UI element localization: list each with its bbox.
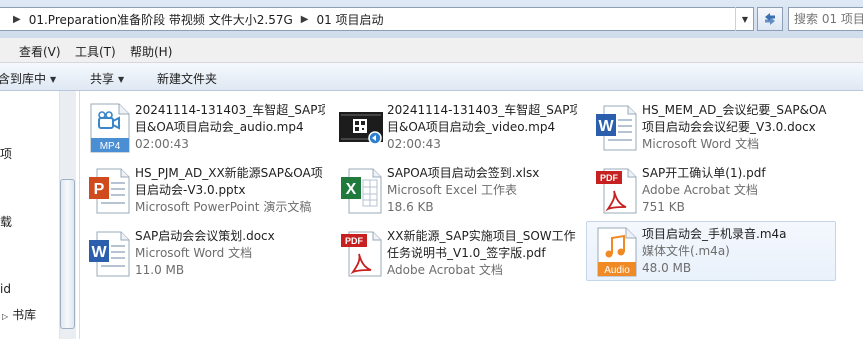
word-document-icon: W xyxy=(596,105,637,151)
file-type: Adobe Acrobat 文档 xyxy=(642,183,758,197)
nav-item-fragment[interactable]: 项 xyxy=(0,145,12,162)
file-item-selected[interactable]: Audio 项目启动会_手机录音.m4a 媒体文件(.m4a) 48.0 MB xyxy=(586,221,836,281)
video-thumbnail-icon xyxy=(339,112,383,145)
file-size: 751 KB xyxy=(642,200,685,214)
mp4-video-file-icon: MP4 xyxy=(90,103,130,153)
file-item[interactable]: PDF XX新能源_SAP实施项目_SOW工作 任务说明书_V1.0_签字版.p… xyxy=(333,222,578,284)
refresh-icon xyxy=(765,13,775,25)
breadcrumb-separator-icon[interactable]: ▶ xyxy=(13,14,21,25)
file-name: XX新能源_SAP实施项目_SOW工作 xyxy=(387,229,576,243)
address-bar-row: ▶ 01.Preparation准备阶段 带视频 文件大小2.57G ▶ 01 … xyxy=(0,0,863,38)
audio-file-icon: Audio xyxy=(597,227,637,277)
file-type: Adobe Acrobat 文档 xyxy=(387,263,503,277)
menu-bar: 查看(V) 工具(T) 帮助(H) xyxy=(0,38,863,63)
nav-scrollbar-thumb[interactable] xyxy=(60,179,75,329)
file-type: Microsoft Word 文档 xyxy=(135,246,253,260)
file-list: MP4 20241114-131403_车智超_SAP项 目&OA项目启动会_a… xyxy=(81,91,863,339)
nav-item-fragment[interactable]: id xyxy=(0,282,11,296)
file-item[interactable]: P HS_PJM_AD_XX新能源SAP&OA项 目启动会-V3.0.pptx … xyxy=(81,159,326,221)
svg-text:W: W xyxy=(598,118,614,135)
address-bar[interactable]: ▶ 01.Preparation准备阶段 带视频 文件大小2.57G ▶ 01 … xyxy=(0,7,754,31)
file-size: 11.0 MB xyxy=(135,263,185,277)
nav-item-fragment[interactable]: 载 xyxy=(0,213,12,230)
file-name: 目&OA项目启动会_audio.mp4 xyxy=(135,120,304,134)
file-item[interactable]: X SAPOA项目启动会签到.xlsx Microsoft Excel 工作表 … xyxy=(333,159,578,221)
svg-text:MP4: MP4 xyxy=(100,141,121,152)
search-box[interactable] xyxy=(788,7,863,31)
breadcrumb-parent-folder[interactable]: 01.Preparation准备阶段 带视频 文件大小2.57G xyxy=(29,11,293,28)
file-name: SAP启动会会议策划.docx xyxy=(135,229,275,243)
file-duration: 02:00:43 xyxy=(135,137,189,151)
menu-help[interactable]: 帮助(H) xyxy=(130,43,172,60)
refresh-button[interactable] xyxy=(757,7,783,31)
nav-item-library-label: 书库 xyxy=(12,308,37,322)
file-name: 20241114-131403_车智超_SAP项 xyxy=(387,103,577,117)
file-name: HS_PJM_AD_XX新能源SAP&OA项 xyxy=(135,166,323,180)
include-in-library-label: 含到库中 xyxy=(0,72,47,86)
chevron-down-icon: ▼ xyxy=(50,75,57,84)
svg-text:W: W xyxy=(91,244,107,261)
word-document-icon: W xyxy=(89,231,130,277)
menu-tools[interactable]: 工具(T) xyxy=(75,43,116,60)
breadcrumb-separator-icon[interactable]: ▶ xyxy=(301,14,309,25)
new-folder-button[interactable]: 新建文件夹 xyxy=(157,70,217,87)
file-item[interactable]: PDF SAP开工确认单(1).pdf Adobe Acrobat 文档 751… xyxy=(588,159,833,221)
file-type: 媒体文件(.m4a) xyxy=(642,244,730,258)
nav-item-library[interactable]: ▷ 书库 xyxy=(2,306,36,323)
address-history-dropdown-icon[interactable]: ▼ xyxy=(735,7,754,31)
file-type: Microsoft PowerPoint 演示文稿 xyxy=(135,200,312,214)
search-input[interactable] xyxy=(794,12,863,26)
command-toolbar: 含到库中 ▼ 共享 ▼ 新建文件夹 xyxy=(0,63,863,91)
pdf-document-icon: PDF xyxy=(341,231,382,277)
svg-text:Audio: Audio xyxy=(604,265,630,276)
excel-document-icon: X xyxy=(341,168,382,214)
file-duration: 02:00:43 xyxy=(387,137,441,151)
svg-text:PDF: PDF xyxy=(600,173,619,183)
chevron-right-icon[interactable]: ▷ xyxy=(2,312,8,321)
file-name: HS_MEM_AD_会议纪要_SAP&OA xyxy=(642,103,827,117)
share-button[interactable]: 共享 ▼ xyxy=(90,70,124,87)
menu-view[interactable]: 查看(V) xyxy=(19,43,61,60)
file-size: 18.6 KB xyxy=(387,200,434,214)
powerpoint-document-icon: P xyxy=(89,168,130,214)
chevron-down-icon: ▼ xyxy=(118,75,125,84)
file-type: Microsoft Word 文档 xyxy=(642,137,760,151)
file-size: 48.0 MB xyxy=(642,261,692,275)
file-name: 项目启动会会议纪要_V3.0.docx xyxy=(642,120,816,134)
file-item[interactable]: W HS_MEM_AD_会议纪要_SAP&OA 项目启动会会议纪要_V3.0.d… xyxy=(588,96,833,158)
file-name: SAP开工确认单(1).pdf xyxy=(642,166,766,180)
file-name: 20241114-131403_车智超_SAP项 xyxy=(135,103,325,117)
share-label: 共享 xyxy=(90,72,115,86)
svg-text:P: P xyxy=(94,181,105,198)
include-in-library-button[interactable]: 含到库中 ▼ xyxy=(0,70,56,87)
file-name: 目启动会-V3.0.pptx xyxy=(135,183,246,197)
file-name: SAPOA项目启动会签到.xlsx xyxy=(387,166,540,180)
file-type: Microsoft Excel 工作表 xyxy=(387,183,518,197)
svg-text:X: X xyxy=(346,181,357,198)
svg-text:PDF: PDF xyxy=(345,236,364,246)
file-item[interactable]: W SAP启动会会议策划.docx Microsoft Word 文档 11.0… xyxy=(81,222,326,284)
navigation-pane: 项 载 id ▷ 书库 xyxy=(0,91,80,339)
file-name: 目&OA项目启动会_video.mp4 xyxy=(387,120,556,134)
file-name: 项目启动会_手机录音.m4a xyxy=(642,227,787,241)
breadcrumb-current-folder[interactable]: 01 项目启动 xyxy=(316,11,383,28)
file-name: 任务说明书_V1.0_签字版.pdf xyxy=(387,246,546,260)
pdf-document-icon: PDF xyxy=(596,168,637,214)
file-item[interactable]: MP4 20241114-131403_车智超_SAP项 目&OA项目启动会_a… xyxy=(81,96,326,158)
file-item[interactable]: 20241114-131403_车智超_SAP项 目&OA项目启动会_video… xyxy=(333,96,578,158)
